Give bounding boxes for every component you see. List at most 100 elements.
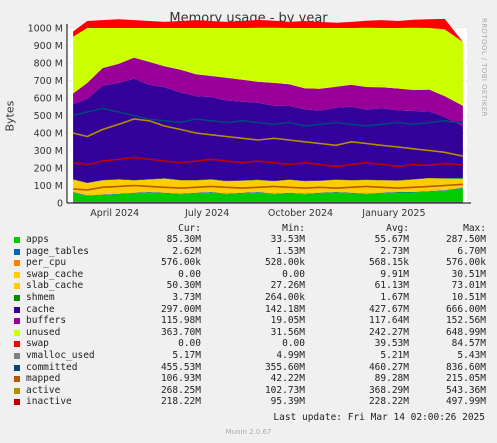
- legend-cur: 5.17M: [172, 350, 201, 361]
- legend-avg: 427.67M: [368, 303, 409, 315]
- legend-swatch: [14, 318, 20, 325]
- legend-min: 264.00k: [264, 292, 305, 303]
- last-update: Last update: Fri Mar 14 02:00:26 2025: [273, 412, 485, 423]
- legend-name: shmem: [26, 292, 55, 303]
- legend-avg: 89.28M: [374, 373, 409, 385]
- legend-cur: 0.00: [178, 338, 201, 350]
- legend-name: vmalloc_used: [26, 350, 95, 361]
- legend-cur: 115.98M: [160, 315, 201, 327]
- legend-min: 0.00: [282, 268, 305, 280]
- legend-name: inactive: [26, 396, 72, 408]
- stacked-areas: [73, 18, 463, 203]
- legend-min: 142.18M: [264, 303, 305, 315]
- legend-min: 0.00: [282, 338, 305, 350]
- legend-name: unused: [26, 326, 61, 338]
- memory-chart: 0 100 M 200 M 300 M 400 M 500 M 600 M 700 M 800 …: [28, 18, 471, 219]
- legend-name: active: [26, 384, 61, 396]
- legend-name: mapped: [26, 373, 61, 385]
- legend-avg: 5.21M: [380, 350, 409, 361]
- legend-avg: 2.73M: [380, 245, 409, 257]
- legend-cur: 106.93M: [160, 373, 201, 385]
- legend-max: 84.57M: [451, 338, 486, 350]
- x-tick-label: July 2024: [184, 208, 229, 219]
- legend-max: 152.56M: [445, 315, 486, 327]
- legend-max: 30.51M: [451, 268, 486, 280]
- legend-swatch: [14, 387, 20, 394]
- legend-row-slab-cache: slab_cache 50.30M 27.26M 61.13M 73.01M: [0, 280, 497, 291]
- legend-avg: 228.22M: [368, 396, 409, 408]
- x-tick-label: January 2025: [361, 208, 425, 219]
- legend-max: 6.70M: [457, 245, 486, 257]
- legend-row-swap: swap 0.00 0.00 39.53M 84.57M: [0, 338, 497, 349]
- legend-header-max: Max:: [463, 223, 486, 234]
- legend-swatch: [14, 376, 20, 383]
- legend-row-buffers: buffers 115.98M 19.05M 117.64M 152.56M: [0, 315, 497, 326]
- legend-min: 1.53M: [276, 245, 305, 257]
- y-tick-label: 1000 M: [28, 24, 63, 35]
- legend-max: 666.00M: [445, 303, 486, 315]
- legend-name: swap: [26, 338, 49, 350]
- legend-max: 5.43M: [457, 350, 486, 361]
- legend-row-swap-cache: swap_cache 0.00 0.00 9.91M 30.51M: [0, 269, 497, 280]
- legend-header-min: Min:: [282, 223, 305, 234]
- legend-swatch: [14, 329, 20, 336]
- legend-swatch: [14, 295, 20, 301]
- legend-row-inactive: inactive 218.22M 95.39M 228.22M 497.99M: [0, 396, 497, 407]
- legend-max: 215.05M: [445, 373, 486, 385]
- y-tick-label: 100 M: [34, 181, 63, 192]
- legend-cur: 50.30M: [166, 280, 201, 292]
- legend-swatch: [14, 306, 20, 313]
- legend-avg: 55.67M: [374, 234, 409, 245]
- x-tick-label: April 2024: [90, 208, 139, 219]
- legend-name: swap_cache: [26, 268, 84, 280]
- legend-min: 19.05M: [270, 315, 305, 327]
- legend-max: 287.50M: [445, 234, 486, 245]
- legend-min: 528.00k: [264, 257, 305, 269]
- legend-min: 27.26M: [270, 280, 305, 292]
- legend-avg: 368.29M: [368, 384, 409, 396]
- legend-avg: 568.15k: [368, 257, 409, 269]
- legend-cur: 455.53M: [160, 361, 201, 373]
- legend-swatch: [14, 271, 20, 278]
- y-tick-label: 800 M: [34, 59, 63, 70]
- legend-avg: 39.53M: [374, 338, 409, 350]
- legend-name: page_tables: [26, 245, 89, 257]
- munin-version: Munin 2.0.67: [225, 428, 272, 436]
- legend-row-per-cpu: per_cpu 576.00k 528.00k 568.15k 576.00k: [0, 257, 497, 268]
- legend-swatch: [14, 260, 20, 267]
- legend-swatch: [14, 399, 20, 406]
- legend-min: 42.22M: [270, 373, 305, 385]
- legend-row-unused: unused 363.70M 31.56M 242.27M 648.99M: [0, 327, 497, 338]
- legend-name: slab_cache: [26, 280, 84, 292]
- legend-row-shmem: shmem 3.73M 264.00k 1.67M 10.51M: [0, 292, 497, 303]
- legend-cur: 3.73M: [172, 292, 201, 303]
- legend-name: cache: [26, 303, 55, 315]
- legend-swatch: [14, 283, 20, 290]
- legend-cur: 218.22M: [160, 396, 201, 408]
- legend-cur: 268.25M: [160, 384, 201, 396]
- y-tick-label: 0: [57, 199, 63, 210]
- legend-row-page-tables: page_tables 2.62M 1.53M 2.73M 6.70M: [0, 246, 497, 257]
- legend-swatch: [14, 237, 20, 243]
- legend-min: 102.73M: [264, 384, 305, 396]
- legend-min: 33.53M: [270, 234, 305, 245]
- legend-avg: 61.13M: [374, 280, 409, 292]
- legend-cur: 0.00: [178, 268, 201, 280]
- legend-swatch: [14, 353, 20, 359]
- legend-cur: 576.00k: [160, 257, 201, 269]
- legend-swatch: [14, 341, 20, 348]
- legend-header: Cur: Min: Avg: Max:: [0, 223, 497, 234]
- legend-max: 10.51M: [451, 292, 486, 303]
- y-tick-label: 700 M: [34, 76, 63, 87]
- legend-row-vmalloc-used: vmalloc_used 5.17M 4.99M 5.21M 5.43M: [0, 350, 497, 361]
- x-tick-label: October 2024: [268, 208, 333, 219]
- legend-avg: 9.91M: [380, 268, 409, 280]
- legend-name: apps: [26, 234, 49, 245]
- legend-max: 836.60M: [445, 361, 486, 373]
- legend-min: 31.56M: [270, 326, 305, 338]
- y-tick-label: 300 M: [34, 146, 63, 157]
- legend-row-cache: cache 297.00M 142.18M 427.67M 666.00M: [0, 304, 497, 315]
- y-tick-label: 600 M: [34, 94, 63, 105]
- legend-row-active: active 268.25M 102.73M 368.29M 543.36M: [0, 385, 497, 396]
- legend-cur: 2.62M: [172, 245, 201, 257]
